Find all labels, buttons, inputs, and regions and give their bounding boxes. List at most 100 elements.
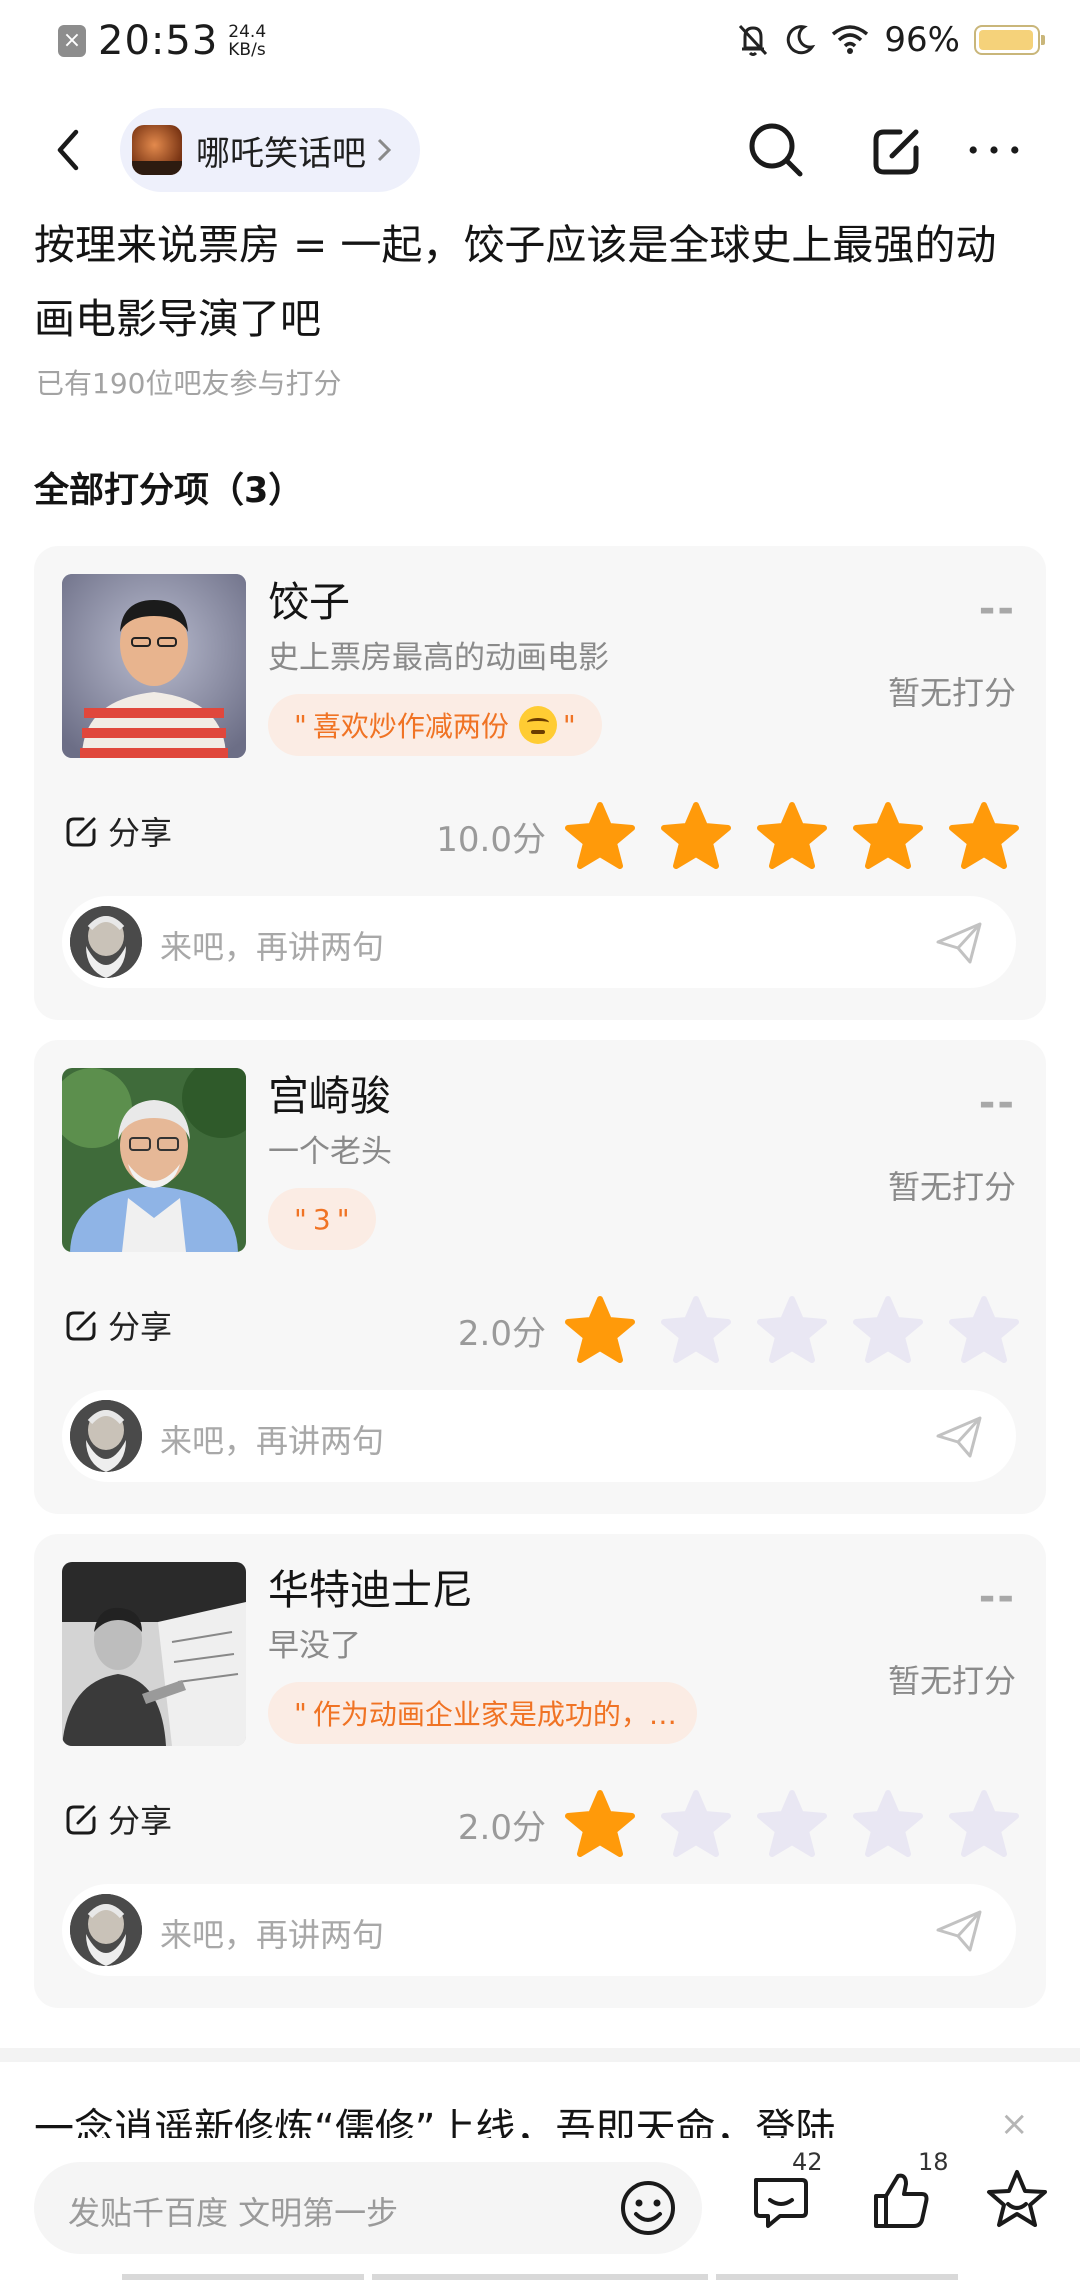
like-icon[interactable] bbox=[866, 2166, 936, 2236]
status-right: 96% bbox=[736, 20, 1045, 60]
user-avatar bbox=[70, 1400, 142, 1472]
star-empty-icon[interactable] bbox=[660, 1294, 732, 1366]
share-button[interactable]: 分享 bbox=[64, 1302, 172, 1348]
star-empty-icon[interactable] bbox=[852, 1294, 924, 1366]
send-icon[interactable] bbox=[932, 1410, 986, 1464]
reply-placeholder: 来吧，再讲两句 bbox=[160, 928, 385, 966]
star-rating[interactable] bbox=[564, 1788, 1024, 1860]
battery-level bbox=[979, 30, 1033, 50]
score-value: 10.0分 bbox=[436, 820, 546, 860]
star-filled-icon[interactable] bbox=[564, 1294, 636, 1366]
post-title: 按理来说票房 = 一起，饺子应该是全球史上最强的动画电影导演了吧 bbox=[34, 221, 997, 343]
score-dash: -- bbox=[978, 1574, 1016, 1620]
star-empty-icon[interactable] bbox=[948, 1294, 1020, 1366]
user-avatar bbox=[70, 1894, 142, 1966]
forum-name: 哪吒笑话吧 bbox=[196, 133, 366, 174]
moon-icon bbox=[787, 25, 816, 55]
favorite-star-icon[interactable] bbox=[982, 2166, 1052, 2236]
no-score-label: 暂无打分 bbox=[887, 1662, 1016, 1700]
reply-input[interactable]: 来吧，再讲两句 bbox=[62, 1884, 1016, 1976]
star-filled-icon[interactable] bbox=[564, 800, 636, 872]
comment-icon[interactable] bbox=[744, 2166, 814, 2236]
section-divider bbox=[0, 2048, 1080, 2062]
home-indicator bbox=[372, 2274, 708, 2280]
candidate-desc: 一个老头 bbox=[268, 1134, 392, 1170]
rating-card[interactable]: 华特迪士尼 早没了 " 作为动画企业家是成功的，… -- 暂无打分 分享 2.0分… bbox=[34, 1534, 1046, 2008]
candidate-photo bbox=[62, 574, 246, 758]
share-label: 分享 bbox=[108, 1802, 173, 1840]
rating-card[interactable]: 饺子 史上票房最高的动画电影 " 喜欢炒作减两份 " -- 暂无打分 分享 10.… bbox=[34, 546, 1046, 1020]
mute-bell-icon bbox=[739, 24, 768, 56]
search-icon[interactable] bbox=[744, 118, 808, 182]
status-left: × 20:53 24.4 KB/s bbox=[58, 18, 266, 64]
share-button[interactable]: 分享 bbox=[64, 808, 172, 854]
reply-placeholder: 来吧，再讲两句 bbox=[160, 1916, 385, 1954]
top-comment-text: 作为动画企业家是成功的，… bbox=[312, 1698, 677, 1731]
post-input-placeholder: 发贴千百度 文明第一步 bbox=[68, 2194, 399, 2232]
notification-close-icon: × bbox=[58, 25, 86, 57]
nav-bar: 哪吒笑话吧 bbox=[0, 100, 1080, 200]
send-icon[interactable] bbox=[932, 916, 986, 970]
share-button[interactable]: 分享 bbox=[64, 1796, 172, 1842]
share-label: 分享 bbox=[108, 1308, 173, 1346]
network-speed-value: 24.4 bbox=[228, 22, 267, 42]
top-comment-tag[interactable]: " 3 " bbox=[268, 1188, 376, 1250]
star-empty-icon[interactable] bbox=[756, 1788, 828, 1860]
home-indicator bbox=[716, 2274, 958, 2280]
score-value: 2.0分 bbox=[457, 1314, 546, 1354]
candidate-name: 宫崎骏 bbox=[268, 1072, 391, 1120]
forum-chip[interactable]: 哪吒笑话吧 bbox=[120, 108, 420, 192]
battery-percent: 96% bbox=[884, 20, 960, 60]
star-filled-icon[interactable] bbox=[756, 800, 828, 872]
user-avatar bbox=[70, 906, 142, 978]
candidate-desc: 史上票房最高的动画电影 bbox=[268, 640, 609, 676]
home-indicator bbox=[122, 2274, 364, 2280]
comment-count: 42 bbox=[792, 2148, 823, 2176]
wifi-icon bbox=[832, 25, 869, 54]
star-filled-icon[interactable] bbox=[852, 800, 924, 872]
status-bar: × 20:53 24.4 KB/s 96% bbox=[0, 0, 1080, 88]
candidate-name: 饺子 bbox=[268, 578, 350, 626]
star-empty-icon[interactable] bbox=[852, 1788, 924, 1860]
top-comment-tag[interactable]: " 作为动画企业家是成功的，… bbox=[268, 1682, 697, 1744]
score-value: 2.0分 bbox=[457, 1808, 546, 1848]
reply-input[interactable]: 来吧，再讲两句 bbox=[62, 1390, 1016, 1482]
emoji-icon[interactable] bbox=[616, 2176, 680, 2240]
like-count: 18 bbox=[918, 2148, 949, 2176]
share-icon bbox=[66, 1805, 96, 1835]
reply-input[interactable]: 来吧，再讲两句 bbox=[62, 896, 1016, 988]
score-dash: -- bbox=[978, 1080, 1016, 1126]
share-label: 分享 bbox=[108, 814, 173, 852]
star-filled-icon[interactable] bbox=[564, 1788, 636, 1860]
star-empty-icon[interactable] bbox=[660, 1788, 732, 1860]
send-icon[interactable] bbox=[932, 1904, 986, 1958]
top-comment-text: 3 bbox=[312, 1202, 331, 1236]
star-filled-icon[interactable] bbox=[948, 800, 1020, 872]
top-comment-text: 喜欢炒作减两份 bbox=[312, 710, 509, 743]
star-rating[interactable] bbox=[564, 800, 1024, 872]
thinking-face-icon bbox=[518, 706, 557, 744]
bottom-bar: 发贴千百度 文明第一步 42 18 bbox=[0, 2138, 1080, 2280]
edit-share-icon[interactable] bbox=[866, 118, 930, 182]
candidate-desc: 早没了 bbox=[268, 1628, 361, 1664]
chevron-right-icon bbox=[377, 138, 392, 162]
star-rating[interactable] bbox=[564, 1294, 1024, 1366]
star-empty-icon[interactable] bbox=[756, 1294, 828, 1366]
back-arrow-icon[interactable] bbox=[40, 120, 100, 180]
reply-placeholder: 来吧，再讲两句 bbox=[160, 1422, 385, 1460]
rating-card[interactable]: 宫崎骏 一个老头 " 3 " -- 暂无打分 分享 2.0分 来吧，再讲两句 bbox=[34, 1040, 1046, 1514]
participant-count: 已有190位吧友参与打分 bbox=[36, 367, 342, 400]
score-dash: -- bbox=[978, 586, 1016, 632]
share-icon bbox=[66, 817, 96, 847]
candidate-photo bbox=[62, 1562, 246, 1746]
section-title: 全部打分项（3） bbox=[34, 471, 304, 511]
star-empty-icon[interactable] bbox=[948, 1788, 1020, 1860]
candidate-photo bbox=[62, 1068, 246, 1252]
forum-avatar bbox=[132, 125, 182, 175]
star-filled-icon[interactable] bbox=[660, 800, 732, 872]
post-input[interactable]: 发贴千百度 文明第一步 bbox=[34, 2162, 702, 2254]
more-dots-icon[interactable] bbox=[962, 118, 1026, 182]
top-comment-tag[interactable]: " 喜欢炒作减两份 " bbox=[268, 694, 602, 756]
share-icon bbox=[66, 1311, 96, 1341]
battery-icon bbox=[974, 25, 1045, 55]
